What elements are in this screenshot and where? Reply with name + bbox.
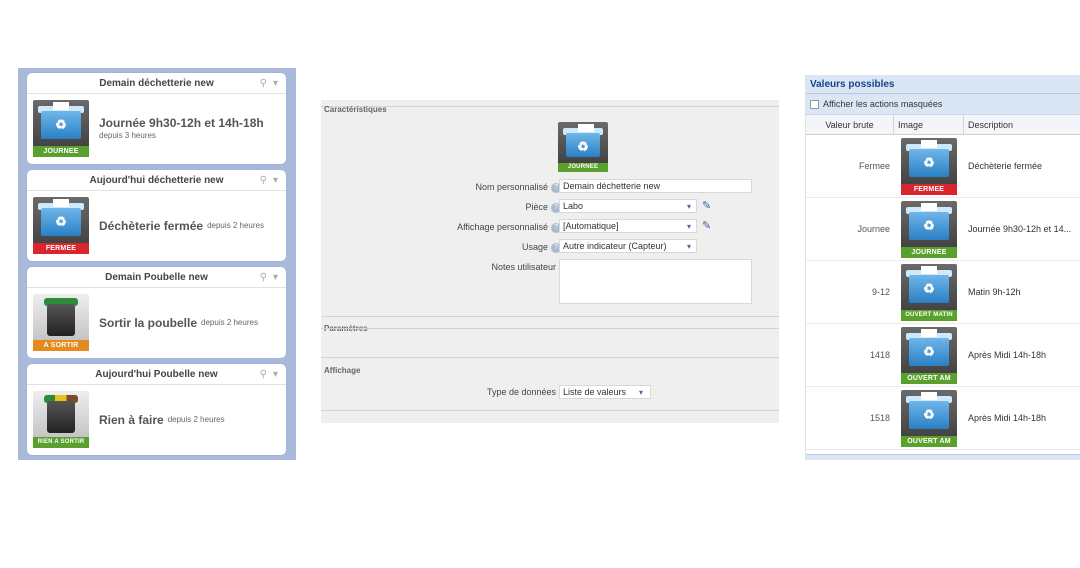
recycling-bin-icon: ♻ OUVERT AM bbox=[901, 390, 957, 447]
checkbox[interactable] bbox=[810, 100, 819, 110]
recycling-bin-icon: ♻ JOURNEE bbox=[901, 201, 957, 258]
widget-since: depuis 3 heures bbox=[99, 131, 156, 140]
show-hidden-label: Afficher les actions masquées bbox=[823, 99, 943, 109]
widget-header: Demain Poubelle new ⚲ ▾ bbox=[27, 267, 286, 288]
description: Après Midi 14h-18h bbox=[968, 413, 1047, 423]
description: Après Midi 14h-18h bbox=[968, 350, 1047, 360]
status-band: RIEN A SORTIR bbox=[33, 437, 89, 448]
widget-header: Demain déchetterie new ⚲ ▾ bbox=[27, 73, 286, 94]
widget-since: depuis 2 heures bbox=[167, 415, 225, 424]
name-label: Nom personnalisé bbox=[475, 182, 548, 192]
chevron-down-icon[interactable]: ▾ bbox=[687, 202, 691, 211]
datatype-label: Type de données bbox=[486, 387, 556, 397]
usage-label: Usage bbox=[521, 242, 548, 252]
chevron-down-icon[interactable]: ▾ bbox=[273, 272, 278, 283]
raw-value: Fermee bbox=[858, 161, 890, 171]
room-select[interactable]: Labo bbox=[559, 199, 697, 213]
status-band: FERMEE bbox=[33, 243, 89, 254]
search-icon[interactable]: ⚲ bbox=[260, 175, 267, 186]
description: Déchèterie fermée bbox=[968, 161, 1043, 171]
widget-since: depuis 2 heures bbox=[201, 318, 258, 327]
trash-can-icon: RIEN A SORTIR bbox=[33, 391, 89, 448]
column-header-description[interactable]: Description bbox=[964, 115, 1080, 134]
recycling-bin-icon: ♻ FERMEE bbox=[33, 197, 89, 254]
chevron-down-icon[interactable]: ▾ bbox=[687, 242, 691, 251]
chevron-down-icon[interactable]: ▾ bbox=[273, 175, 278, 186]
raw-value: 1418 bbox=[869, 350, 890, 360]
widget-title: Demain Poubelle new bbox=[105, 272, 208, 283]
description: Journée 9h30-12h et 14... bbox=[968, 224, 1072, 234]
widget-value: Sortir la poubelle bbox=[99, 315, 198, 330]
status-band: JOURNEE bbox=[558, 163, 608, 172]
table-toolbar[interactable] bbox=[806, 454, 1080, 460]
chevron-down-icon[interactable]: ▾ bbox=[639, 388, 643, 397]
display-label: Affichage personnalisé bbox=[457, 222, 548, 232]
chevron-down-icon[interactable]: ▾ bbox=[687, 222, 691, 231]
recycling-bin-icon: ♻ OUVERT AM bbox=[901, 327, 957, 384]
search-icon[interactable]: ⚲ bbox=[260, 78, 267, 89]
characteristics-form: Caractéristiques ♻ JOURNEE Nom personnal… bbox=[321, 100, 779, 423]
raw-value: Journee bbox=[857, 224, 890, 234]
widget-header: Aujourd'hui déchetterie new ⚲ ▾ bbox=[27, 170, 286, 191]
widget-aujourdhui-poubelle[interactable]: Aujourd'hui Poubelle new ⚲ ▾ RIEN A SORTI… bbox=[27, 364, 286, 455]
widget-demain-dechetterie[interactable]: Demain déchetterie new ⚲ ▾ ♻ JOURNEE Jour… bbox=[27, 73, 286, 164]
description: Matin 9h-12h bbox=[968, 287, 1021, 297]
section-title-display: Affichage bbox=[324, 366, 361, 375]
trash-can-icon: A SORTIR bbox=[33, 294, 89, 351]
widget-value: Déchèterie fermée bbox=[99, 218, 204, 233]
widget-title: Aujourd'hui Poubelle new bbox=[95, 369, 218, 380]
table-row[interactable]: 1418 ♻ OUVERT AM Après Midi 14h-18h bbox=[806, 324, 1080, 387]
raw-value: 1518 bbox=[869, 413, 890, 423]
table-row[interactable]: 9-12 ♻ OUVERT MATIN Matin 9h-12h bbox=[806, 261, 1080, 324]
recycling-bin-icon: ♻ FERMEE bbox=[901, 138, 957, 195]
widget-aujourdhui-dechetterie[interactable]: Aujourd'hui déchetterie new ⚲ ▾ ♻ FERMEE … bbox=[27, 170, 286, 261]
notes-label: Notes utilisateur bbox=[491, 262, 556, 272]
pencil-icon[interactable]: ✎ bbox=[702, 199, 711, 212]
chevron-down-icon[interactable]: ▾ bbox=[273, 78, 278, 89]
widget-value: Rien à faire bbox=[99, 412, 164, 427]
column-header-image[interactable]: Image bbox=[894, 115, 964, 134]
datatype-select[interactable]: Liste de valeurs bbox=[559, 385, 651, 399]
display-select[interactable]: [Automatique] bbox=[559, 219, 697, 233]
widget-since: depuis 2 heures bbox=[207, 221, 264, 230]
widget-title: Demain déchetterie new bbox=[99, 78, 214, 89]
section-title-characteristics: Caractéristiques bbox=[324, 105, 387, 114]
usage-select[interactable]: Autre indicateur (Capteur) bbox=[559, 239, 697, 253]
search-icon[interactable]: ⚲ bbox=[260, 369, 267, 380]
notes-textarea[interactable] bbox=[559, 259, 752, 304]
widget-title: Aujourd'hui déchetterie new bbox=[89, 175, 224, 186]
table-row[interactable]: Fermee ♻ FERMEE Déchèterie fermée bbox=[806, 135, 1080, 198]
column-header-raw[interactable]: Valeur brute bbox=[806, 115, 894, 134]
widgets-panel: Demain déchetterie new ⚲ ▾ ♻ JOURNEE Jour… bbox=[18, 68, 296, 460]
status-band: OUVERT AM bbox=[901, 436, 957, 447]
widget-demain-poubelle[interactable]: Demain Poubelle new ⚲ ▾ A SORTIR Sortir l… bbox=[27, 267, 286, 358]
chevron-down-icon[interactable]: ▾ bbox=[273, 369, 278, 380]
status-band: A SORTIR bbox=[33, 340, 89, 351]
pencil-icon[interactable]: ✎ bbox=[702, 219, 711, 232]
search-icon[interactable]: ⚲ bbox=[260, 272, 267, 283]
raw-value: 9-12 bbox=[871, 287, 890, 297]
recycling-bin-icon: ♻ OUVERT MATIN bbox=[901, 264, 957, 321]
status-band: FERMEE bbox=[901, 184, 957, 195]
widget-header: Aujourd'hui Poubelle new ⚲ ▾ bbox=[27, 364, 286, 385]
status-band: JOURNEE bbox=[901, 247, 957, 258]
table-row[interactable]: Journee ♻ JOURNEE Journée 9h30-12h et 14… bbox=[806, 198, 1080, 261]
table-row[interactable]: 1518 ♻ OUVERT AM Après Midi 14h-18h bbox=[806, 387, 1080, 450]
recycling-bin-icon[interactable]: ♻ JOURNEE bbox=[558, 122, 608, 172]
show-hidden-toggle[interactable]: Afficher les actions masquées bbox=[806, 94, 1080, 115]
table-header: Valeur brute Image Description bbox=[806, 115, 1080, 135]
room-label: Pièce bbox=[525, 202, 548, 212]
status-band: JOURNEE bbox=[33, 146, 89, 157]
status-band: OUVERT MATIN bbox=[901, 310, 957, 321]
recycling-bin-icon: ♻ JOURNEE bbox=[33, 100, 89, 157]
widget-value: Journée 9h30-12h et 14h-18h bbox=[99, 116, 264, 130]
panel-title: Valeurs possibles bbox=[806, 75, 1080, 94]
possible-values-panel: Valeurs possibles Afficher les actions m… bbox=[805, 75, 1080, 460]
status-band: OUVERT AM bbox=[901, 373, 957, 384]
name-input[interactable]: Demain déchetterie new bbox=[559, 179, 752, 193]
